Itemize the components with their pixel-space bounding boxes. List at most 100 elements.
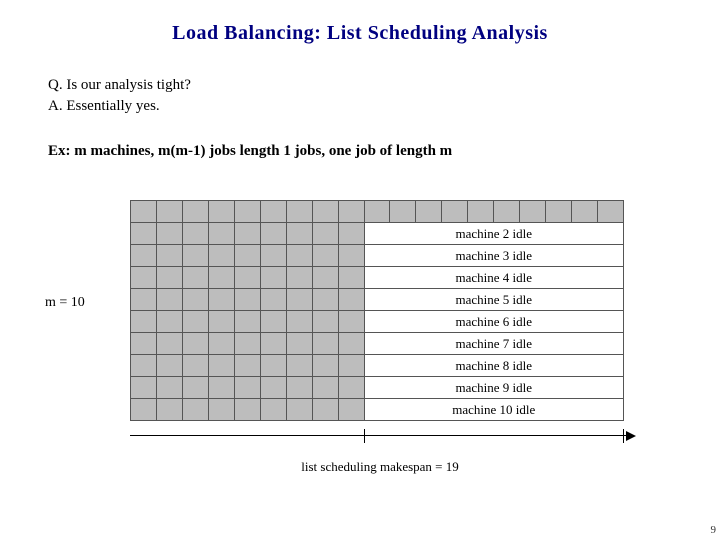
job-cell	[520, 201, 546, 223]
job-cell	[235, 333, 261, 355]
idle-cell: machine 4 idle	[365, 267, 624, 289]
job-cell	[157, 333, 183, 355]
job-cell	[287, 399, 313, 421]
job-cell	[209, 377, 235, 399]
job-cell	[157, 311, 183, 333]
job-cell	[131, 399, 157, 421]
job-cell	[287, 355, 313, 377]
job-cell	[235, 267, 261, 289]
m-label: m = 10	[45, 295, 85, 311]
schedule-diagram: m = 10 machine 2 idlemachine 3 idlemachi…	[130, 200, 630, 475]
idle-cell: machine 9 idle	[365, 377, 624, 399]
idle-cell: machine 8 idle	[365, 355, 624, 377]
job-cell	[235, 377, 261, 399]
job-cell	[235, 201, 261, 223]
job-cell	[313, 245, 339, 267]
job-cell	[261, 355, 287, 377]
job-cell	[313, 267, 339, 289]
schedule-grid: machine 2 idlemachine 3 idlemachine 4 id…	[130, 200, 624, 421]
job-cell	[468, 201, 494, 223]
job-cell	[287, 267, 313, 289]
answer-line: A. Essentially yes.	[48, 98, 672, 115]
job-cell	[183, 333, 209, 355]
job-cell	[287, 311, 313, 333]
job-cell	[131, 267, 157, 289]
diagram-caption: list scheduling makespan = 19	[130, 459, 630, 475]
job-cell	[183, 245, 209, 267]
job-cell	[339, 289, 365, 311]
job-cell	[572, 201, 598, 223]
job-cell	[339, 333, 365, 355]
job-cell	[183, 267, 209, 289]
job-cell	[261, 201, 287, 223]
idle-cell: machine 2 idle	[365, 223, 624, 245]
job-cell	[183, 311, 209, 333]
job-cell	[131, 245, 157, 267]
job-cell	[157, 267, 183, 289]
job-cell	[183, 223, 209, 245]
job-cell	[157, 377, 183, 399]
time-axis	[130, 425, 630, 449]
job-cell	[339, 201, 365, 223]
job-cell	[339, 399, 365, 421]
job-cell	[209, 223, 235, 245]
job-cell	[339, 377, 365, 399]
job-cell	[546, 201, 572, 223]
job-cell	[261, 223, 287, 245]
idle-cell: machine 3 idle	[365, 245, 624, 267]
job-cell	[183, 289, 209, 311]
job-cell	[313, 333, 339, 355]
a-label: A.	[48, 98, 63, 114]
job-cell	[261, 311, 287, 333]
job-cell	[131, 223, 157, 245]
q-text: Is our analysis tight?	[66, 77, 191, 93]
job-cell	[313, 289, 339, 311]
job-cell	[235, 223, 261, 245]
job-cell	[494, 201, 520, 223]
job-cell	[235, 245, 261, 267]
job-cell	[313, 377, 339, 399]
idle-cell: machine 7 idle	[365, 333, 624, 355]
job-cell	[209, 289, 235, 311]
job-cell	[339, 311, 365, 333]
job-cell	[261, 267, 287, 289]
idle-cell: machine 10 idle	[365, 399, 624, 421]
job-cell	[157, 201, 183, 223]
job-cell	[287, 333, 313, 355]
job-cell	[442, 201, 468, 223]
job-cell	[339, 223, 365, 245]
q-label: Q.	[48, 77, 63, 93]
job-cell	[287, 201, 313, 223]
job-cell	[287, 245, 313, 267]
job-cell	[157, 223, 183, 245]
question-line: Q. Is our analysis tight?	[48, 77, 672, 94]
job-cell	[287, 377, 313, 399]
slide-body: Q. Is our analysis tight? A. Essentially…	[0, 45, 720, 160]
job-cell	[131, 311, 157, 333]
job-cell	[157, 289, 183, 311]
slide-title: Load Balancing: List Scheduling Analysis	[0, 0, 720, 45]
page-number: 9	[711, 524, 717, 536]
idle-cell: machine 6 idle	[365, 311, 624, 333]
job-cell	[313, 355, 339, 377]
job-cell	[131, 289, 157, 311]
job-cell	[131, 333, 157, 355]
example-line: Ex: m machines, m(m-1) jobs length 1 job…	[48, 143, 672, 160]
job-cell	[261, 245, 287, 267]
axis-line	[130, 435, 628, 436]
idle-cell: machine 5 idle	[365, 289, 624, 311]
axis-tick-9	[364, 429, 365, 443]
job-cell	[183, 355, 209, 377]
job-cell	[313, 399, 339, 421]
job-cell	[157, 399, 183, 421]
job-cell	[339, 267, 365, 289]
job-cell	[365, 201, 391, 223]
job-cell	[157, 355, 183, 377]
axis-arrow-icon	[626, 431, 636, 441]
job-cell	[416, 201, 442, 223]
axis-tick-19	[623, 429, 624, 443]
a-text: Essentially yes.	[66, 98, 159, 114]
job-cell	[235, 355, 261, 377]
job-cell	[131, 377, 157, 399]
job-cell	[235, 311, 261, 333]
